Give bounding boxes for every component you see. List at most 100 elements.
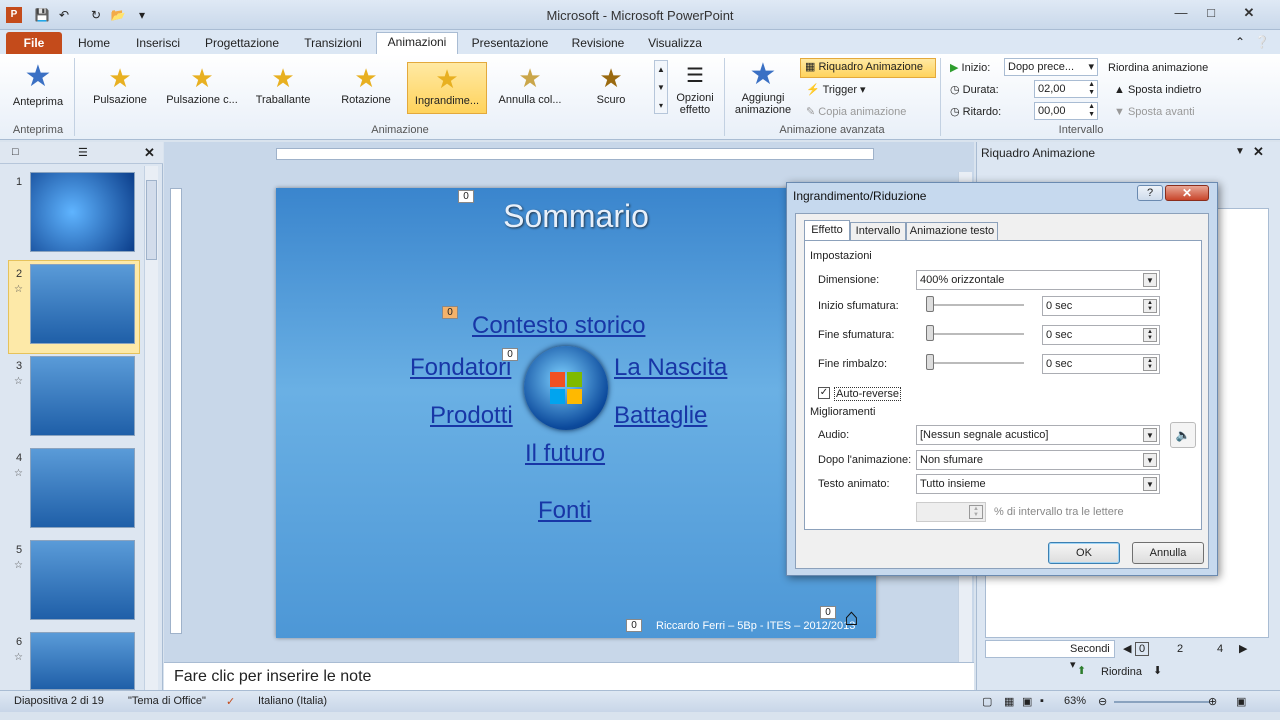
preview-button[interactable]: ★ Anteprima [8,58,68,122]
animation-pane-button[interactable]: ▦ Riquadro Animazione [800,58,936,78]
link-battaglie[interactable]: Battaglie [614,402,707,430]
animation-annulla-colore[interactable]: ★ Annulla col... [490,62,570,114]
zoom-out-icon[interactable]: ⊖ [1098,695,1107,708]
smooth-start-slider[interactable] [928,304,1024,306]
link-fonti[interactable]: Fonti [538,497,591,525]
tab-animazione-testo[interactable]: Animazione testo [906,222,998,240]
effect-options-button[interactable]: ☰ Opzioni effetto [672,60,718,120]
animation-rotazione[interactable]: ★ Rotazione [326,62,406,114]
autoreverse-label[interactable]: Auto-reverse [834,387,901,401]
maximize-button[interactable]: □ [1196,4,1226,22]
sound-dropdown[interactable]: [Nessun segnale acustico] ▼ [916,425,1160,445]
link-fondatori[interactable]: Fondatori [410,354,511,382]
letter-delay-spinner[interactable]: ▲ ▼ [916,502,986,522]
reorder-up-icon[interactable]: ⬆ [1077,664,1086,677]
dialog-close-button[interactable]: ✕ [1165,185,1209,201]
move-earlier-button[interactable]: ▲ Sposta indietro [1114,82,1201,98]
bounce-end-slider[interactable] [928,362,1024,364]
close-panel-icon[interactable]: ✕ [144,145,155,161]
zoom-slider[interactable] [1114,701,1210,703]
after-animation-dropdown[interactable]: Non sfumare ▼ [916,450,1160,470]
slide-thumbnail[interactable] [30,264,135,344]
gallery-scroll[interactable]: ▲ ▼ ▾ [654,60,668,114]
link-il-futuro[interactable]: Il futuro [525,440,605,468]
animation-pulsazione[interactable]: ★ Pulsazione [80,62,160,114]
home-icon[interactable]: ⌂ [844,604,859,632]
close-pane-icon[interactable]: ✕ [1253,144,1264,160]
tab-effetto[interactable]: Effetto [804,220,850,240]
outline-tab-icon[interactable]: ☰ [78,146,88,159]
copy-animation-button[interactable]: ✎ Copia animazione [806,104,906,120]
slideshow-icon[interactable]: ▪ [1040,695,1044,707]
fit-to-window-icon[interactable]: ▣ [1236,695,1246,708]
language[interactable]: Italiano (Italia) [258,695,327,707]
notes-area[interactable]: Fare clic per inserire le note [164,662,974,690]
slider-thumb[interactable] [926,296,934,312]
link-contesto-storico[interactable]: Contesto storico [472,312,645,340]
slides-tab-icon[interactable]: □ [12,146,19,158]
move-later-button[interactable]: ▼ Sposta avanti [1114,104,1195,120]
minimize-button[interactable]: — [1166,4,1196,22]
slider-thumb[interactable] [926,354,934,370]
ok-button[interactable]: OK [1048,542,1120,564]
seconds-dropdown[interactable]: Secondi ▾ [985,640,1115,671]
trigger-button[interactable]: ⚡ Trigger ▾ [806,82,866,98]
windows-logo-icon[interactable] [524,346,608,430]
slide-thumbnail[interactable] [30,540,135,620]
zoom-level[interactable]: 63% [1064,695,1086,707]
thumbnail-scrollbar[interactable] [144,166,158,690]
speaker-icon[interactable]: 🔈 [1170,422,1196,448]
animation-scuro[interactable]: ★ Scuro [571,62,651,114]
add-animation-button[interactable]: ★ Aggiungi animazione [728,58,798,122]
timeline-right-icon[interactable]: ▶ [1239,642,1247,655]
cancel-button[interactable]: Annulla [1132,542,1204,564]
spellcheck-icon[interactable]: ✓ [226,695,235,708]
tab-presentazione[interactable]: Presentazione [466,34,554,54]
help-icon[interactable]: ❔ [1254,34,1270,50]
tab-intervallo[interactable]: Intervallo [850,222,906,240]
autoreverse-checkbox[interactable]: ✓ [818,387,830,399]
timeline-left-icon[interactable]: ◀ [1123,642,1131,655]
tab-inserisci[interactable]: Inserisci [130,34,186,54]
animation-traballante[interactable]: ★ Traballante [243,62,323,114]
reading-view-icon[interactable]: ▣ [1022,695,1032,708]
normal-view-icon[interactable]: ▢ [982,695,992,708]
smooth-start-spinner[interactable]: 0 sec ▲ ▼ [1042,296,1160,316]
animation-order-badge: 0 [502,348,518,361]
tab-progettazione[interactable]: Progettazione [198,34,286,54]
animation-ingrandimento[interactable]: ★ Ingrandime... [407,62,487,114]
delay-spinner[interactable]: 00,00 ▲ ▼ [1034,102,1098,120]
start-label-text: Inizio: [961,62,991,74]
tab-file[interactable]: File [6,32,62,54]
slide-thumbnail[interactable] [30,632,135,690]
tab-animazioni[interactable]: Animazioni [376,32,458,54]
tab-revisione[interactable]: Revisione [566,34,630,54]
bounce-end-spinner[interactable]: 0 sec ▲ ▼ [1042,354,1160,374]
link-prodotti[interactable]: Prodotti [430,402,513,430]
slide-thumbnail[interactable] [30,448,135,528]
tab-visualizza[interactable]: Visualizza [642,34,708,54]
pane-options-icon[interactable]: ▼ [1235,146,1245,157]
link-la-nascita[interactable]: La Nascita [614,354,727,382]
duration-spinner[interactable]: 02,00 ▲ ▼ [1034,80,1098,98]
ribbon-separator [940,58,941,136]
minimize-ribbon-icon[interactable]: ⌃ [1232,34,1248,50]
zoom-in-icon[interactable]: ⊕ [1208,695,1217,708]
close-button[interactable]: ✕ [1234,4,1264,22]
slide-thumbnail[interactable] [30,172,135,252]
tab-transizioni[interactable]: Transizioni [298,34,368,54]
reorder-down-icon[interactable]: ⬇ [1153,664,1162,677]
smooth-end-spinner[interactable]: 0 sec ▲ ▼ [1042,325,1160,345]
animate-text-dropdown[interactable]: Tutto insieme ▼ [916,474,1160,494]
slide-sorter-icon[interactable]: ▦ [1004,695,1014,708]
size-dropdown[interactable]: 400% orizzontale ▼ [916,270,1160,290]
slider-thumb[interactable] [926,325,934,341]
slide-thumbnail[interactable] [30,356,135,436]
start-dropdown[interactable]: Dopo prece... ▾ [1004,58,1098,76]
dialog-help-button[interactable]: ? [1137,185,1163,201]
theme-name: "Tema di Office" [128,695,206,707]
scrollbar-thumb[interactable] [146,180,157,260]
animation-pulsazione-colore[interactable]: ★ Pulsazione c... [162,62,242,114]
smooth-end-slider[interactable] [928,333,1024,335]
tab-home[interactable]: Home [72,34,116,54]
